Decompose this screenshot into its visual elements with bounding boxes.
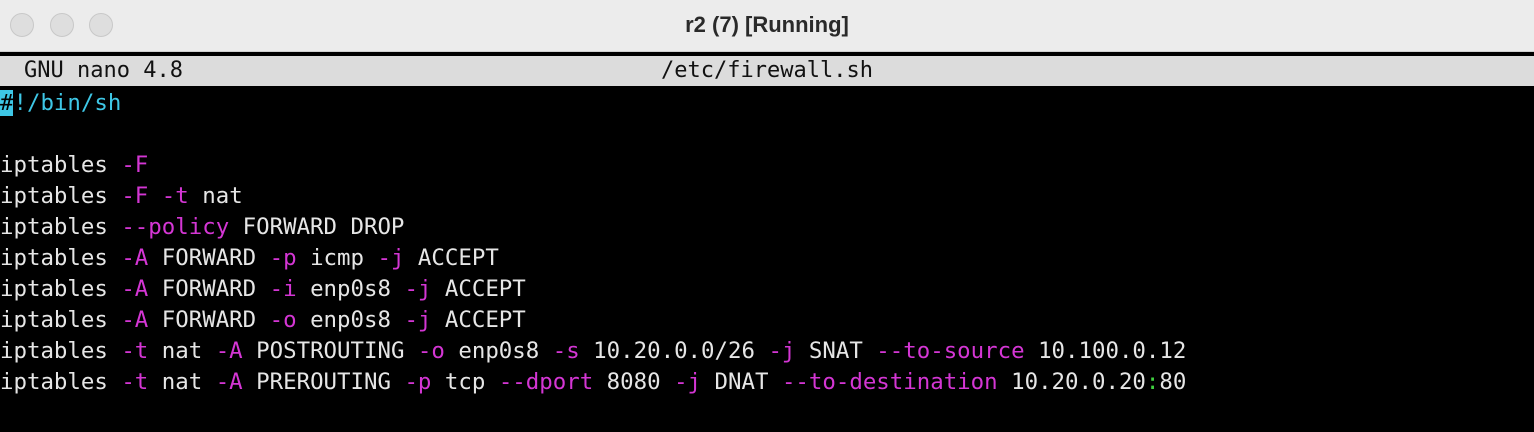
code-line: iptables -A FORWARD -p icmp -j ACCEPT [0,243,1534,274]
code-token: iptables [0,245,122,271]
editor-text-area[interactable]: #!/bin/sh iptables -F iptables -F -t nat i… [0,88,1534,432]
code-token: -p [269,245,297,271]
code-token: -s [552,338,580,364]
code-line: iptables -t nat -A POSTROUTING -o enp0s8… [0,336,1534,367]
nano-header-bar: GNU nano 4.8 /etc/firewall.sh [0,56,1534,86]
code-token: POSTROUTING [242,338,418,364]
code-token: FORWARD [148,245,270,271]
code-token: iptables [0,214,122,240]
code-token: iptables [0,276,122,302]
code-token: --dport [498,369,594,395]
code-token: ACCEPT [431,276,526,302]
code-token: -F [121,152,149,178]
code-token: 10.20.0.20 [997,369,1146,395]
code-token: iptables [0,369,122,395]
code-token: -t [121,369,149,395]
code-token: --policy [121,214,230,240]
code-token: enp0s8 [296,307,405,333]
code-token: DNAT [701,369,782,395]
code-token: -t [121,338,149,364]
code-line: iptables -A FORWARD -i enp0s8 -j ACCEPT [0,274,1534,305]
code-token: 10.100.0.12 [1024,338,1187,364]
code-token: 80 [1159,369,1187,395]
code-token: -F [121,183,149,209]
shebang-text: !/bin/sh [13,90,122,116]
code-token: -j [404,276,432,302]
code-token: ACCEPT [404,245,499,271]
code-token: -p [404,369,432,395]
code-token: iptables [0,183,122,209]
code-token: nat [148,369,216,395]
code-token: --to-source [876,338,1025,364]
code-token: -A [121,276,149,302]
code-token: nat [148,338,216,364]
code-lines: iptables -F iptables -F -t nat iptables --… [0,150,1534,398]
code-token: 10.20.0.0/26 [579,338,769,364]
code-token: -i [269,276,297,302]
code-token: iptables [0,338,122,364]
code-token: nat [188,183,243,209]
text-cursor: # [0,90,14,116]
title-bar[interactable]: r2 (7) [Running] [0,0,1534,52]
code-token: iptables [0,307,122,333]
code-token: PREROUTING [242,369,405,395]
code-token: : [1145,369,1160,395]
vm-window: r2 (7) [Running] GNU nano 4.8 /etc/firew… [0,0,1534,432]
code-token: -A [121,245,149,271]
code-token: -t [161,183,189,209]
code-token: -o [417,338,445,364]
code-token: 8080 [593,369,675,395]
window-title: r2 (7) [Running] [685,12,849,37]
code-token: -A [215,369,243,395]
code-token: -j [768,338,796,364]
code-token: FORWARD [148,276,270,302]
code-token: iptables [0,152,122,178]
code-token: --to-destination [781,369,998,395]
code-token: tcp [431,369,499,395]
code-token: -j [404,307,432,333]
code-line: iptables -F [0,150,1534,181]
code-token: -A [121,307,149,333]
code-line: iptables --policy FORWARD DROP [0,212,1534,243]
code-line-shebang: #!/bin/sh [0,88,1534,119]
code-token: ACCEPT [431,307,526,333]
code-token: -o [269,307,297,333]
code-token: FORWARD [148,307,270,333]
code-token: icmp [296,245,378,271]
code-token: enp0s8 [444,338,553,364]
code-token: enp0s8 [296,276,405,302]
code-token: -j [674,369,702,395]
code-token: -j [377,245,405,271]
code-line: iptables -F -t nat [0,181,1534,212]
code-line: iptables -A FORWARD -o enp0s8 -j ACCEPT [0,305,1534,336]
nano-filename: /etc/firewall.sh [661,58,873,83]
code-token: FORWARD DROP [229,214,405,240]
code-token: SNAT [795,338,877,364]
code-token: -A [215,338,243,364]
code-line: iptables -t nat -A PREROUTING -p tcp --d… [0,367,1534,398]
